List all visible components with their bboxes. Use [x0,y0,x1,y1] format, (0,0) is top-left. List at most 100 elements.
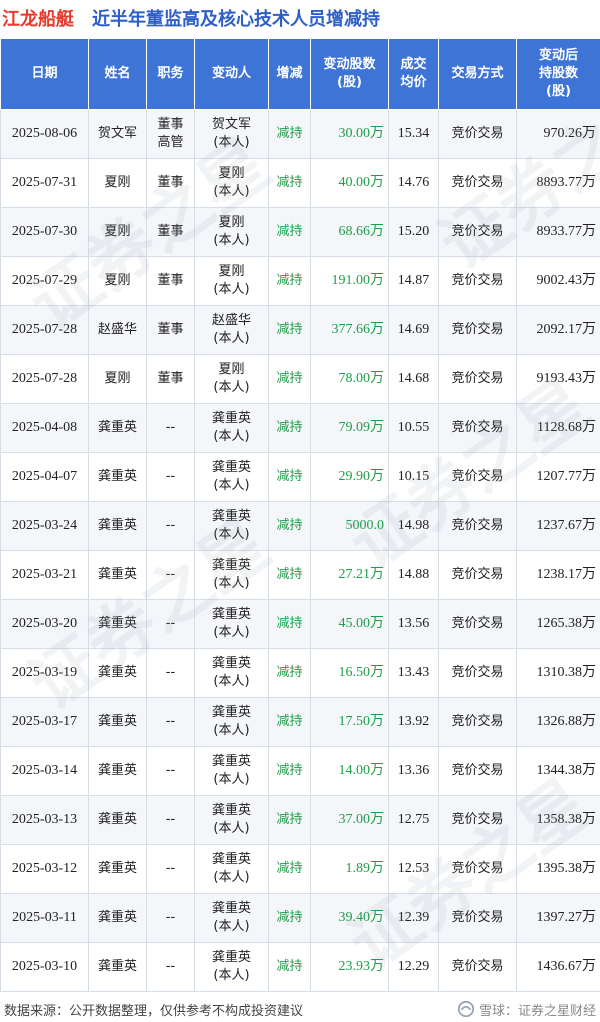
cell-after: 1358.38万 [516,795,600,845]
cell-price: 12.39 [388,893,439,943]
cell-price-price: 10.15 [397,469,430,484]
cell-after-after: 1436.67万 [536,959,597,974]
cell-name-name: 龚重英 [97,567,137,582]
cell-price-price: 14.68 [397,371,430,386]
cell-person-person1: 龚重英 [211,803,251,818]
cell-person-person1: 龚重英 [211,950,251,965]
cell-price: 12.29 [388,942,439,992]
cell-after: 2092.17万 [516,305,600,355]
cell-after: 9193.43万 [516,354,600,404]
cell-person: 龚重英 (本人) [194,501,269,551]
cell-role: 董事 [146,158,195,208]
cell-direction-direction: 减持 [276,420,303,435]
cell-shares-shares: 1.89万 [345,861,385,876]
cell-person: 龚重英 (本人) [194,795,269,845]
cell-direction: 减持 [268,893,311,943]
cell-shares-shares: 14.00万 [338,763,385,778]
cell-method-method: 竞价交易 [451,910,504,925]
cell-price: 10.15 [388,452,439,502]
cell-date-date: 2025-03-13 [11,812,78,827]
col-person: 变动人 [194,38,269,110]
cell-name-name: 龚重英 [97,861,137,876]
cell-date-date: 2025-03-21 [11,567,78,582]
cell-name-name: 夏刚 [104,224,131,239]
cell-shares: 39.40万 [310,893,389,943]
cell-after: 1397.27万 [516,893,600,943]
cell-person-person1: 赵盛华 [211,313,251,328]
cell-role: -- [146,452,195,502]
col-shares-line2: (股) [337,75,362,90]
cell-price: 14.76 [388,158,439,208]
table-row: 2025-03-17 龚重英 -- 龚重英 (本人) 减持 17.50万 13.92 竞价交易 1… [0,697,600,747]
cell-shares: 17.50万 [310,697,389,747]
table-header-row: 日期 姓名 职务 变动人 增减 变动股数 (股) 成交 均价 交易方式 变动后 持股数… [0,38,600,110]
cell-name-name: 赵盛华 [97,322,137,337]
cell-name: 龚重英 [88,550,147,600]
table-row: 2025-03-10 龚重英 -- 龚重英 (本人) 减持 23.93万 12.29 竞价交易 1… [0,942,600,992]
col-after: 变动后 持股数 (股) [516,38,600,110]
cell-direction: 减持 [268,354,311,404]
cell-method-method: 竞价交易 [451,420,504,435]
cell-name-name: 夏刚 [104,175,131,190]
cell-date: 2025-03-19 [0,648,89,698]
cell-direction-direction: 减持 [276,126,303,141]
cell-direction-direction: 减持 [276,322,303,337]
cell-date: 2025-07-28 [0,305,89,355]
cell-name-name: 贺文军 [97,126,137,141]
cell-date-date: 2025-08-06 [11,126,78,141]
cell-price: 14.68 [388,354,439,404]
cell-name: 夏刚 [88,158,147,208]
cell-person-person2: (本人) [213,772,250,787]
cell-name: 龚重英 [88,795,147,845]
cell-price: 14.69 [388,305,439,355]
cell-method: 竞价交易 [438,501,517,551]
cell-name: 赵盛华 [88,305,147,355]
cell-person-person1: 龚重英 [211,852,251,867]
cell-name-name: 龚重英 [97,665,137,680]
table-row: 2025-03-24 龚重英 -- 龚重英 (本人) 减持 5000.0 14.98 竞价交易 1… [0,501,600,551]
cell-name: 贺文军 [88,109,147,159]
cell-after-after: 1344.38万 [536,763,597,778]
cell-price: 15.20 [388,207,439,257]
cell-price: 12.53 [388,844,439,894]
table-row: 2025-07-31 夏刚 董事 夏刚 (本人) 减持 40.00万 14.76 竞价交易 889… [0,158,600,208]
cell-method: 竞价交易 [438,599,517,649]
cell-direction-direction: 减持 [276,518,303,533]
cell-after: 1310.38万 [516,648,600,698]
cell-direction: 减持 [268,550,311,600]
cell-shares: 45.00万 [310,599,389,649]
cell-date-date: 2025-07-28 [11,322,78,337]
cell-person-person1: 夏刚 [218,215,245,230]
cell-method: 竞价交易 [438,893,517,943]
cell-name-name: 龚重英 [97,959,137,974]
cell-method: 竞价交易 [438,697,517,747]
cell-shares-shares: 5000.0 [345,518,385,533]
cell-person: 赵盛华 (本人) [194,305,269,355]
col-shares-line1: 变动股数 [323,57,376,72]
cell-name: 龚重英 [88,697,147,747]
cell-date-date: 2025-03-14 [11,763,78,778]
cell-person: 龚重英 (本人) [194,599,269,649]
cell-role: -- [146,795,195,845]
cell-method-method: 竞价交易 [451,861,504,876]
cell-after-after: 1237.67万 [536,518,597,533]
cell-price-price: 12.53 [397,861,430,876]
cell-after: 1128.68万 [516,403,600,453]
cell-name: 龚重英 [88,501,147,551]
cell-direction: 减持 [268,599,311,649]
cell-date: 2025-07-31 [0,158,89,208]
table-row: 2025-03-12 龚重英 -- 龚重英 (本人) 减持 1.89万 12.53 竞价交易 13… [0,844,600,894]
cell-role: -- [146,844,195,894]
cell-method-method: 竞价交易 [451,665,504,680]
cell-method-method: 竞价交易 [451,371,504,386]
cell-date-date: 2025-03-20 [11,616,78,631]
cell-after-after: 9193.43万 [536,371,597,386]
cell-direction-direction: 减持 [276,763,303,778]
cell-direction-direction: 减持 [276,959,303,974]
cell-date-date: 2025-03-12 [11,861,78,876]
cell-date-date: 2025-03-19 [11,665,78,680]
cell-method-method: 竞价交易 [451,959,504,974]
cell-role-role1: 董事 [157,273,184,288]
cell-role-role1: -- [165,567,176,582]
cell-method-method: 竞价交易 [451,714,504,729]
